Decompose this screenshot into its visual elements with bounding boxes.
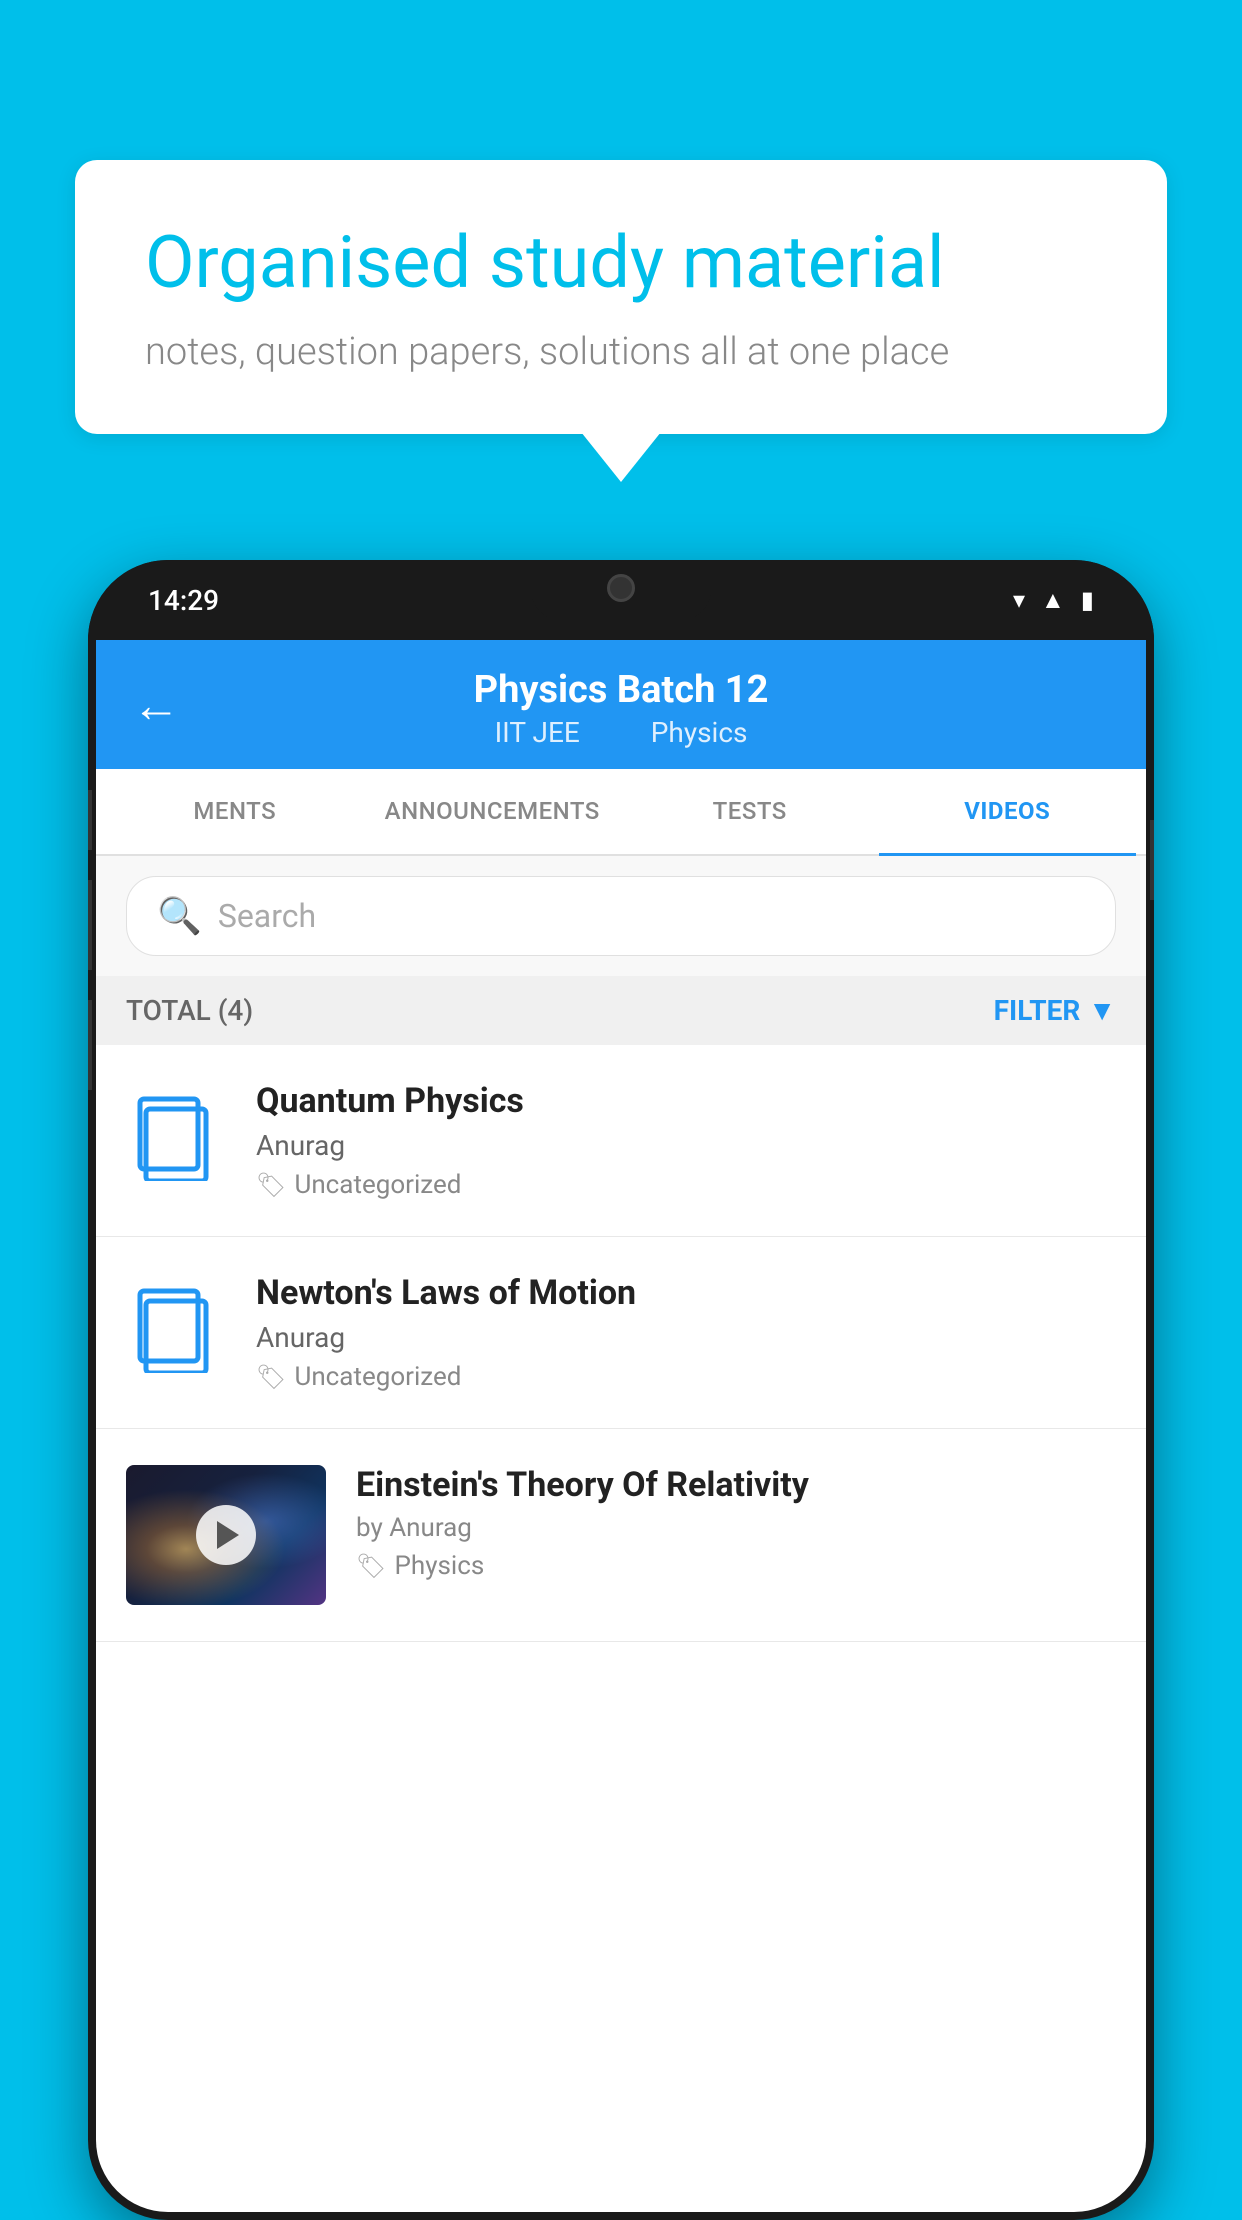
list-item[interactable]: Quantum Physics Anurag 🏷 Uncategorized	[96, 1045, 1146, 1237]
wifi-icon: ▾	[1013, 586, 1025, 614]
camera-icon	[607, 574, 635, 602]
video-title: Newton's Laws of Motion	[256, 1273, 1116, 1313]
subtitle-iitjee: IIT JEE	[495, 716, 580, 749]
tag-icon: 🏷	[256, 1363, 286, 1391]
page-title: Physics Batch 12	[136, 668, 1106, 712]
video-tag: 🏷 Uncategorized	[256, 1362, 1116, 1392]
battery-icon: ▮	[1081, 586, 1094, 614]
power-button	[1150, 820, 1154, 900]
status-bar: 14:29 ▾ ▲ ▮	[88, 560, 1154, 640]
search-input-wrapper[interactable]: 🔍 Search	[126, 876, 1116, 956]
list-item[interactable]: Newton's Laws of Motion Anurag 🏷 Uncateg…	[96, 1237, 1146, 1429]
tag-icon: 🏷	[356, 1552, 386, 1580]
volume-up-button	[88, 880, 92, 970]
total-count: TOTAL (4)	[126, 994, 253, 1027]
video-thumbnail	[126, 1465, 326, 1605]
video-author: Anurag	[256, 1321, 1116, 1354]
signal-icon: ▲	[1041, 586, 1065, 615]
status-icons: ▾ ▲ ▮	[1013, 586, 1094, 615]
back-button[interactable]: ←	[132, 676, 180, 733]
tag-label: Uncategorized	[294, 1362, 461, 1392]
speech-bubble: Organised study material notes, question…	[75, 160, 1167, 434]
subtitle-physics: Physics	[651, 716, 748, 749]
subtext: notes, question papers, solutions all at…	[145, 330, 1097, 374]
list-item[interactable]: Einstein's Theory Of Relativity by Anura…	[96, 1429, 1146, 1642]
page-subtitle: IIT JEE Physics	[136, 716, 1106, 749]
document-icon	[126, 1273, 226, 1383]
notch	[531, 560, 711, 620]
list-item-content: Newton's Laws of Motion Anurag 🏷 Uncateg…	[256, 1273, 1116, 1392]
video-author: by Anurag	[356, 1513, 1116, 1543]
phone-screen: ← Physics Batch 12 IIT JEE Physics MENTS…	[96, 640, 1146, 2212]
tab-announcements[interactable]: ANNOUNCEMENTS	[364, 769, 622, 856]
headline: Organised study material	[145, 220, 1097, 306]
tabs-bar: MENTS ANNOUNCEMENTS TESTS VIDEOS	[96, 769, 1146, 856]
tag-icon: 🏷	[256, 1171, 286, 1199]
volume-down-button	[88, 1000, 92, 1090]
tag-label: Physics	[394, 1551, 484, 1581]
search-placeholder: Search	[218, 897, 316, 935]
speech-bubble-container: Organised study material notes, question…	[75, 160, 1167, 434]
video-title: Einstein's Theory Of Relativity	[356, 1465, 1116, 1505]
app-header: ← Physics Batch 12 IIT JEE Physics	[96, 640, 1146, 769]
filter-icon: ▼	[1088, 994, 1116, 1027]
tab-tests[interactable]: TESTS	[621, 769, 879, 856]
search-icon: 🔍	[157, 895, 202, 937]
filter-bar: TOTAL (4) FILTER ▼	[96, 976, 1146, 1045]
list-item-content: Einstein's Theory Of Relativity by Anura…	[356, 1465, 1116, 1581]
status-time: 14:29	[148, 584, 219, 617]
search-bar-container: 🔍 Search	[96, 856, 1146, 976]
video-tag: 🏷 Uncategorized	[256, 1170, 1116, 1200]
play-button[interactable]	[196, 1505, 256, 1565]
tab-ments[interactable]: MENTS	[106, 769, 364, 856]
phone-frame: 14:29 ▾ ▲ ▮ ← Physics Batch 12 IIT JEE P…	[88, 560, 1154, 2220]
filter-button[interactable]: FILTER ▼	[994, 994, 1116, 1027]
play-icon	[217, 1521, 239, 1549]
video-author: Anurag	[256, 1129, 1116, 1162]
video-tag: 🏷 Physics	[356, 1551, 1116, 1581]
tab-videos[interactable]: VIDEOS	[879, 769, 1137, 856]
video-list: Quantum Physics Anurag 🏷 Uncategorized	[96, 1045, 1146, 1642]
tag-label: Uncategorized	[294, 1170, 461, 1200]
document-icon	[126, 1081, 226, 1191]
list-item-content: Quantum Physics Anurag 🏷 Uncategorized	[256, 1081, 1116, 1200]
volume-silent-button	[88, 790, 92, 850]
video-title: Quantum Physics	[256, 1081, 1116, 1121]
filter-label: FILTER	[994, 994, 1081, 1027]
